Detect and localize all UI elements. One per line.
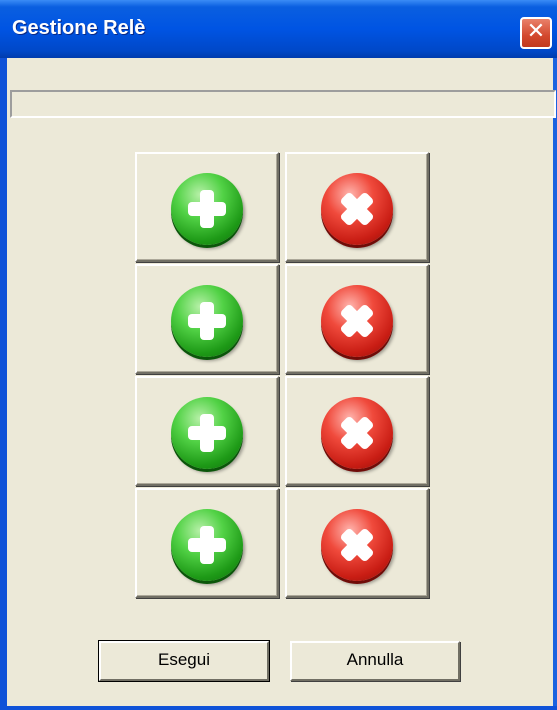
plus-green-icon [171,509,243,581]
x-red-icon [321,397,393,469]
relay-4-off-button[interactable] [285,488,429,598]
relay-1-off-button[interactable] [285,152,429,262]
window-border-left [0,58,7,710]
window-title: Gestione Relè [12,17,146,39]
title-bar[interactable]: Gestione Relè ✕ [0,0,557,58]
relay-1-on-button[interactable] [135,152,279,262]
x-red-icon [321,285,393,357]
plus-green-icon [171,173,243,245]
window-border-bottom [0,706,557,710]
plus-green-icon [171,285,243,357]
relay-3-off-button[interactable] [285,376,429,486]
dialog-window: Gestione Relè ✕ Esegui Annulla [0,0,557,710]
x-red-icon [321,509,393,581]
relay-4-on-button[interactable] [135,488,279,598]
relay-grid [135,152,431,602]
window-border-right [553,58,557,710]
relay-2-off-button[interactable] [285,264,429,374]
close-icon: ✕ [526,19,546,44]
x-red-icon [321,173,393,245]
execute-button[interactable]: Esegui [98,640,270,682]
status-field [10,90,556,118]
cancel-button[interactable]: Annulla [290,641,460,681]
relay-3-on-button[interactable] [135,376,279,486]
plus-green-icon [171,397,243,469]
relay-2-on-button[interactable] [135,264,279,374]
close-button[interactable]: ✕ [520,17,552,49]
